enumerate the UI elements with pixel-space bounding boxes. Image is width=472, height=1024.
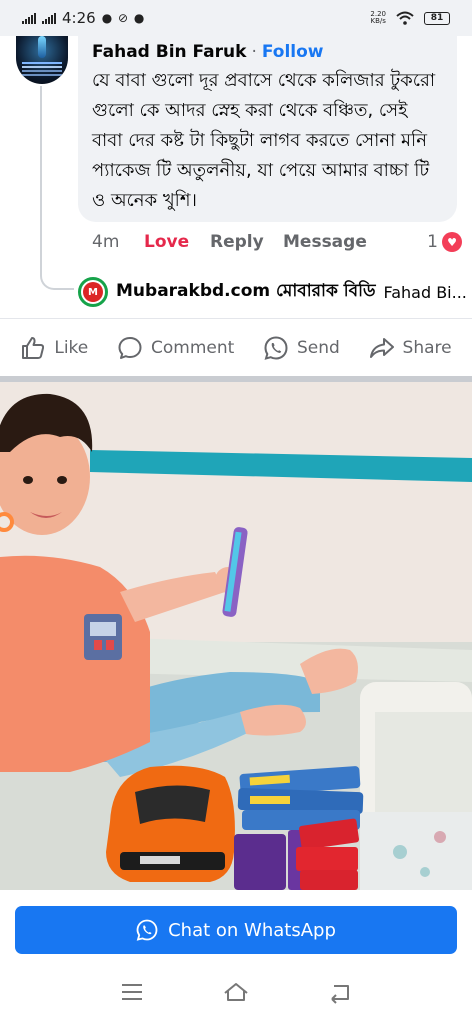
clock: 4:26 [62, 9, 96, 27]
screen: 4:26 ● ⊘ ● 2.20 KB/s 81 Fahad Bin Faruk … [0, 0, 472, 1024]
menu-icon[interactable] [118, 978, 146, 1006]
signal-icon-2 [42, 12, 56, 24]
like-button[interactable]: Like [20, 335, 88, 361]
signal-icon [22, 12, 36, 24]
battery-icon: 81 [424, 11, 450, 25]
reply-page-name: Mubarakbd.com মোবারাক বিডি [116, 281, 376, 301]
heart-icon: ♥ [442, 232, 462, 252]
reaction-count: 1 [427, 232, 438, 252]
notification-icons: ● ⊘ ● [101, 11, 146, 25]
comment-text: যে বাবা গুলো দূর প্রবাসে থেকে কলিজার টুক… [92, 70, 436, 211]
share-label: Share [402, 338, 452, 358]
send-label: Send [297, 338, 340, 358]
avatar-glow [38, 36, 46, 58]
reaction-summary[interactable]: 1 ♥ [427, 232, 462, 252]
whatsapp-icon [136, 919, 158, 941]
separator-dot: · [251, 42, 257, 62]
share-button[interactable]: Share [369, 335, 452, 361]
back-icon[interactable] [326, 978, 354, 1006]
status-left: 4:26 ● ⊘ ● [22, 9, 145, 27]
chat-on-whatsapp-button[interactable]: Chat on WhatsApp [15, 906, 457, 954]
thread-connector [40, 262, 74, 290]
status-right: 2.20 KB/s 81 [370, 11, 450, 25]
reply-preview[interactable]: M Mubarakbd.com মোবারাক বিডি Fahad Bi... [78, 276, 472, 308]
comment-bubble: Fahad Bin Faruk · Follow যে বাবা গুলো দূ… [78, 36, 457, 222]
author-line: Fahad Bin Faruk · Follow [92, 42, 443, 62]
post-action-bar: Like Comment Send Share [0, 320, 472, 376]
send-button[interactable]: Send [263, 335, 340, 361]
reply-snippet: Fahad Bi... [383, 282, 467, 302]
post-photo[interactable] [0, 382, 472, 890]
share-arrow-icon [369, 338, 394, 358]
mubarakbd-logo-icon: M [78, 277, 108, 307]
whatsapp-send-icon [264, 336, 288, 360]
comment-actions: 4m Love Reply Message 1 ♥ [92, 230, 462, 254]
divider [0, 318, 472, 319]
whatsapp-label: Chat on WhatsApp [168, 919, 336, 941]
avatar-text-lines [22, 62, 62, 64]
thumbs-up-icon [22, 337, 45, 359]
system-nav-bar [0, 960, 472, 1024]
comment-label: Comment [150, 338, 235, 358]
thread-line [40, 86, 42, 264]
comment-bubble-icon [118, 337, 142, 359]
whatsapp-cta-area: Chat on WhatsApp [0, 890, 472, 960]
comment-author[interactable]: Fahad Bin Faruk [92, 42, 246, 62]
comment-button[interactable]: Comment [117, 335, 234, 361]
message-button[interactable]: Message [283, 232, 403, 252]
wifi-icon [396, 11, 414, 25]
like-label: Like [54, 338, 89, 358]
home-icon[interactable] [222, 978, 250, 1006]
net-speed: 2.20 KB/s [370, 11, 386, 25]
love-button[interactable]: Love [144, 232, 210, 252]
reply-button[interactable]: Reply [210, 232, 283, 252]
follow-button[interactable]: Follow [262, 42, 324, 62]
comment-thread: Fahad Bin Faruk · Follow যে বাবা গুলো দূ… [0, 36, 472, 316]
child-with-gifts-photo [0, 382, 472, 890]
commenter-avatar[interactable] [16, 36, 68, 84]
status-bar: 4:26 ● ⊘ ● 2.20 KB/s 81 [0, 0, 472, 36]
comment-time: 4m [92, 232, 120, 252]
net-speed-unit: KB/s [370, 17, 386, 25]
